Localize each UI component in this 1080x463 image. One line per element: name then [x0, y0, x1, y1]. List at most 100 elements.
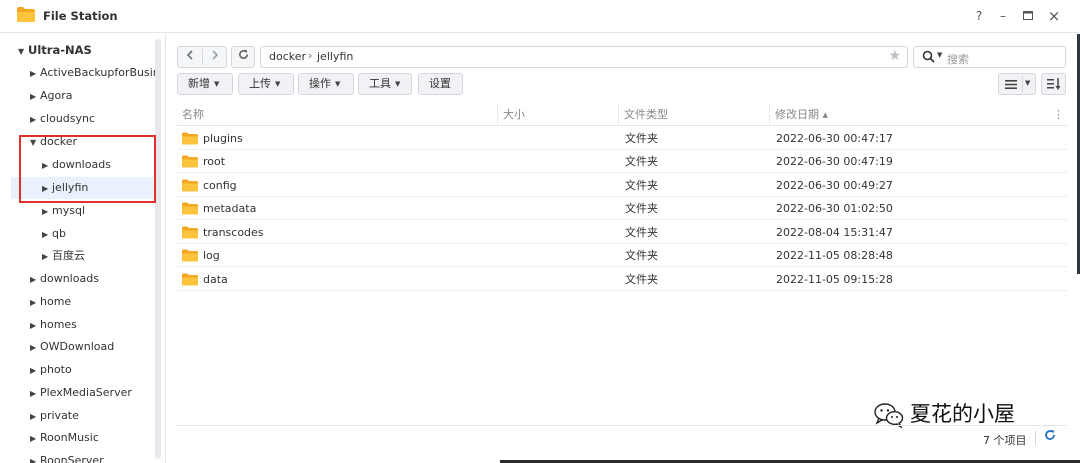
column-header-size[interactable]: 大小 [498, 104, 619, 126]
refresh-icon [238, 49, 248, 59]
table-row[interactable]: data 文件夹 2022-11-05 09:15:28 [177, 268, 1067, 291]
breadcrumb-docker[interactable]: docker [269, 50, 306, 63]
tree-item-qb[interactable]: ▶ qb [42, 223, 66, 245]
table-row[interactable]: transcodes 文件夹 2022-08-04 15:31:47 [177, 221, 1067, 244]
dropdown-caret-icon: ▼ [395, 80, 401, 88]
tree-item-label: photo [40, 363, 72, 376]
tools-button[interactable]: 工具 ▼ [358, 73, 412, 95]
tree-item-owdownload[interactable]: ▶ OWDownload [30, 336, 114, 358]
path-bar[interactable]: docker › jellyfin ★ [260, 46, 908, 68]
column-header-name[interactable]: 名称 [177, 104, 498, 126]
refresh-icon [1045, 430, 1055, 440]
folder-icon [182, 179, 198, 192]
tree-item-roonmusic[interactable]: ▶ RoonMusic [30, 427, 99, 449]
sidebar-scrollbar[interactable] [155, 39, 161, 459]
caret-right-icon: ▶ [42, 207, 49, 216]
tree-root-label: Ultra-NAS [28, 43, 92, 57]
tree-item-agora[interactable]: ▶ Agora [30, 85, 73, 107]
dropdown-caret-icon: ▼ [275, 80, 281, 88]
column-header-type[interactable]: 文件类型 [619, 104, 770, 126]
folder-icon [182, 132, 198, 145]
forward-button[interactable] [203, 47, 227, 67]
table-row[interactable]: metadata 文件夹 2022-06-30 01:02:50 [177, 197, 1067, 220]
maximize-button[interactable] [1020, 8, 1036, 24]
file-modified: 2022-06-30 00:47:19 [776, 155, 893, 168]
tree-item-cloudsync[interactable]: ▶ cloudsync [30, 108, 95, 130]
tree-item-label: downloads [52, 158, 111, 171]
file-type: 文件夹 [625, 179, 658, 192]
breadcrumb-jellyfin[interactable]: jellyfin [317, 50, 353, 63]
favorite-star-icon[interactable]: ★ [888, 48, 901, 64]
caret-right-icon: ▶ [42, 230, 49, 239]
back-button[interactable] [178, 47, 202, 67]
table-row[interactable]: root 文件夹 2022-06-30 00:47:19 [177, 150, 1067, 173]
search-field[interactable]: ▼ 搜索 [913, 46, 1066, 68]
tree-item-label: ActiveBackupforBusir [40, 66, 158, 79]
table-row[interactable]: config 文件夹 2022-06-30 00:49:27 [177, 174, 1067, 197]
column-options-icon[interactable]: ⋮ [1053, 108, 1064, 121]
new-button[interactable]: 新增 ▼ [177, 73, 233, 95]
tree-item-label: RoonMusic [40, 431, 99, 444]
tree-item-plexmediaserver[interactable]: ▶ PlexMediaServer [30, 382, 132, 404]
file-station-app-icon [17, 7, 35, 22]
tree-item-homes[interactable]: ▶ homes [30, 314, 77, 336]
new-button-label: 新增 [188, 77, 210, 90]
file-name: log [203, 249, 220, 262]
file-modified: 2022-08-04 15:31:47 [776, 226, 893, 239]
file-modified: 2022-11-05 09:15:28 [776, 273, 893, 286]
tree-item-roonserver[interactable]: ▶ RoonServer [30, 450, 104, 463]
table-row[interactable]: plugins 文件夹 2022-06-30 00:47:17 [177, 127, 1067, 150]
minimize-button[interactable]: – [995, 8, 1011, 24]
sort-button[interactable] [1041, 73, 1066, 95]
search-options-caret-icon[interactable]: ▼ [937, 51, 942, 59]
status-refresh-button[interactable] [1044, 429, 1056, 445]
dropdown-caret-icon: ▼ [335, 80, 341, 88]
window-title: File Station [43, 9, 118, 23]
action-button[interactable]: 操作 ▼ [298, 73, 354, 95]
tree-item-photo[interactable]: ▶ photo [30, 359, 72, 381]
tree-item-label: 百度云 [52, 249, 85, 262]
caret-right-icon: ▶ [30, 412, 37, 421]
column-header-modified[interactable]: 修改日期 ▴ [770, 104, 1050, 126]
folder-icon [182, 202, 198, 215]
sidebar-divider [165, 34, 166, 463]
tree-item-activebackup[interactable]: ▶ ActiveBackupforBusir [30, 62, 157, 84]
file-name: plugins [203, 132, 243, 145]
help-button[interactable]: ? [971, 8, 987, 24]
tree-item-private[interactable]: ▶ private [30, 405, 79, 427]
caret-right-icon: ▶ [30, 389, 37, 398]
tools-button-label: 工具 [369, 77, 391, 90]
caret-right-icon: ▶ [30, 457, 37, 463]
refresh-button[interactable] [231, 46, 255, 68]
tree-item-label: cloudsync [40, 112, 96, 125]
tree-item-jellyfin[interactable]: ▶ jellyfin [11, 177, 153, 199]
file-type: 文件夹 [625, 249, 658, 262]
tree-item-docker-downloads[interactable]: ▶ downloads [42, 154, 111, 176]
maximize-icon [1023, 11, 1033, 20]
tree-item-label: private [40, 409, 79, 422]
status-bar-divider [177, 425, 1067, 426]
tree-item-baiduyun[interactable]: ▶ 百度云 [42, 245, 85, 267]
tree-item-label: homes [40, 318, 77, 331]
tree-item-home[interactable]: ▶ home [30, 291, 71, 313]
caret-right-icon: ▶ [30, 321, 37, 330]
tree-item-mysql[interactable]: ▶ mysql [42, 200, 85, 222]
tree-item-label: mysql [52, 204, 85, 217]
view-mode-button[interactable]: ▼ [998, 73, 1036, 95]
table-row[interactable]: log 文件夹 2022-11-05 08:28:48 [177, 244, 1067, 267]
tree-root-ultra-nas[interactable]: ▼ Ultra-NAS [18, 39, 92, 61]
dropdown-caret-icon: ▼ [214, 80, 220, 88]
close-button[interactable]: × [1046, 8, 1062, 24]
view-dropdown-caret-icon[interactable]: ▼ [1025, 79, 1030, 87]
upload-button[interactable]: 上传 ▼ [238, 73, 294, 95]
file-name: metadata [203, 202, 257, 215]
caret-right-icon: ▶ [30, 298, 37, 307]
file-type: 文件夹 [625, 132, 658, 145]
tree-item-label: downloads [40, 272, 99, 285]
settings-button[interactable]: 设置 [418, 73, 463, 95]
caret-right-icon: ▶ [30, 343, 37, 352]
tree-item-docker[interactable]: ▼ docker [30, 131, 77, 153]
tree-item-downloads[interactable]: ▶ downloads [30, 268, 99, 290]
chevron-right-icon [212, 50, 219, 60]
chevron-left-icon [186, 50, 193, 60]
